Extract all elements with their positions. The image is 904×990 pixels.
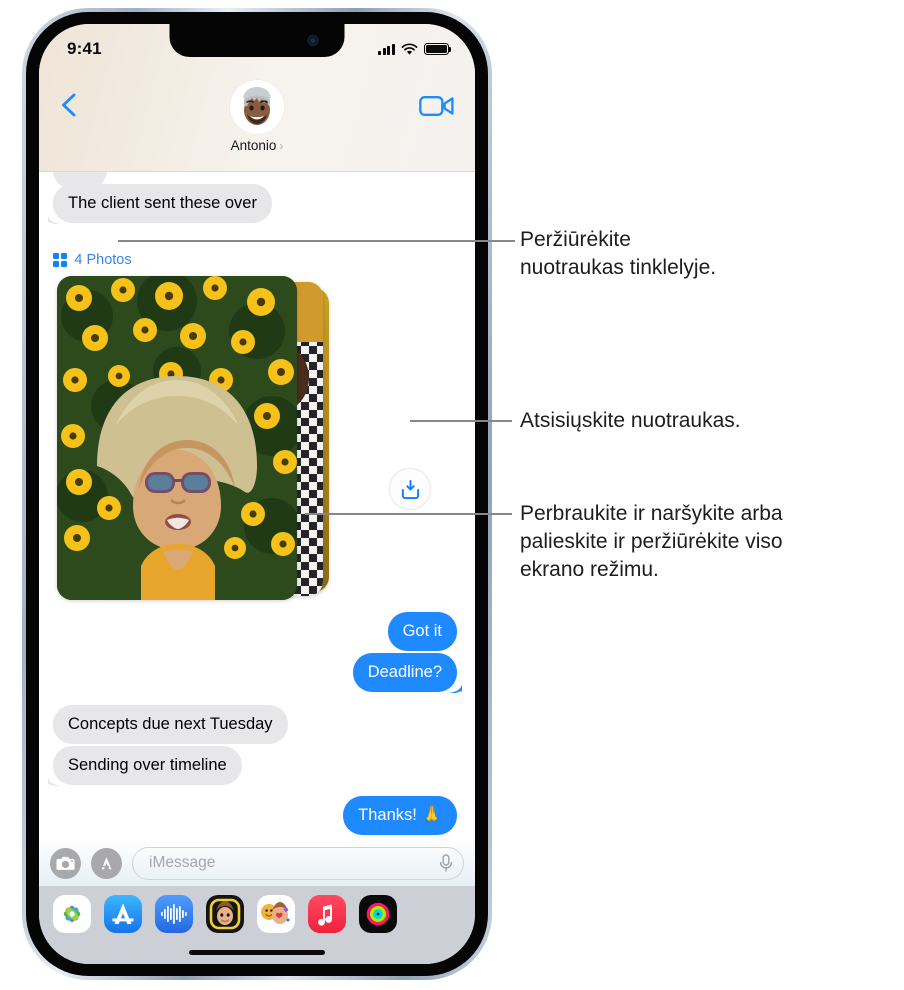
message-text: The client sent these over — [68, 194, 257, 212]
list-item[interactable]: The client sent these over — [48, 184, 272, 224]
download-tray-icon — [401, 479, 419, 499]
callout-browse-line-2: palieskite ir peržiūrėkite viso — [520, 529, 783, 553]
leader-line-grid — [118, 240, 515, 242]
message-input-toolbar: iMessage — [39, 840, 475, 886]
list-item[interactable]: Sending over timeline — [48, 746, 242, 786]
message-text: Thanks! 🙏 — [358, 806, 442, 824]
music-app-icon[interactable] — [308, 895, 346, 933]
photo-thumbnail-1[interactable] — [57, 276, 297, 600]
imessage-input[interactable]: iMessage — [132, 846, 464, 880]
front-camera-icon — [307, 35, 319, 46]
memoji-stickers-app-icon[interactable] — [257, 895, 295, 933]
photos-app-icon[interactable] — [53, 895, 91, 933]
photos-count-text: 4 Photos — [74, 252, 132, 268]
leader-line-browse — [305, 513, 512, 515]
home-indicator[interactable] — [189, 950, 325, 955]
notch — [169, 24, 345, 57]
fitness-app-icon[interactable] — [359, 895, 397, 933]
callout-download-line-1: Atsisiųskite nuotraukas. — [520, 409, 741, 432]
download-photos-button[interactable] — [389, 468, 431, 510]
callout-browse-line-1: Perbraukite ir naršykite arba — [520, 502, 783, 525]
message-text: Concepts due next Tuesday — [68, 715, 273, 733]
message-text: Sending over timeline — [68, 756, 227, 774]
leader-line-download — [410, 420, 512, 422]
memoji-app-icon[interactable] — [206, 895, 244, 933]
wifi-icon — [401, 42, 418, 55]
nav-bar: Antonio › — [39, 66, 475, 172]
chevron-right-icon: › — [279, 138, 284, 153]
contact-name-row[interactable]: Antonio › — [231, 138, 284, 153]
app-store-messages-icon — [100, 856, 112, 869]
callout-grid-line-2: nuotraukas tinklelyje. — [520, 255, 717, 279]
photo-1-image — [57, 276, 297, 600]
bubble-tail-icon — [446, 682, 462, 693]
message-text: Deadline? — [367, 663, 442, 681]
facetime-video-icon[interactable] — [419, 94, 455, 118]
message-text — [71, 172, 89, 178]
message-list[interactable]: The client sent these over 4 Photos Got … — [39, 172, 475, 840]
status-time: 9:41 — [67, 39, 102, 58]
callout-browse-line-3: ekrano režimu. — [520, 557, 659, 581]
callout-browse: Perbraukite ir naršykite arba palieskite… — [520, 500, 900, 584]
callout-grid-line-1: Peržiūrėkite — [520, 228, 631, 251]
contact-name: Antonio — [230, 138, 277, 153]
device-bezel: 9:41 Antonio › The client sent these ove… — [26, 12, 488, 976]
screenshot-stage: 9:41 Antonio › The client sent these ove… — [0, 0, 904, 990]
photo-stack[interactable] — [57, 276, 329, 604]
back-chevron-icon[interactable] — [57, 92, 83, 118]
imessage-placeholder: iMessage — [149, 854, 216, 871]
camera-button[interactable] — [50, 847, 81, 879]
avatar[interactable] — [230, 80, 284, 134]
audio-message-app-icon[interactable] — [155, 895, 193, 933]
callout-download: Atsisiųskite nuotraukas. — [520, 407, 900, 435]
list-item[interactable]: Concepts due next Tuesday — [53, 705, 288, 744]
contact-header[interactable]: Antonio › — [230, 80, 284, 153]
list-item[interactable]: Deadline? — [352, 653, 462, 693]
microphone-icon[interactable] — [438, 853, 454, 873]
battery-icon — [424, 43, 452, 55]
photos-count-label[interactable]: 4 Photos — [53, 252, 132, 268]
camera-icon — [56, 856, 75, 870]
iphone-device-frame: 9:41 Antonio › The client sent these ove… — [22, 8, 492, 980]
app-store-app-icon[interactable] — [104, 895, 142, 933]
callout-grid: Peržiūrėkite nuotraukas tinklelyje. — [520, 226, 890, 282]
phone-screen: 9:41 Antonio › The client sent these ove… — [39, 24, 475, 964]
status-indicators — [378, 42, 452, 56]
list-item[interactable]: Got it — [387, 612, 457, 651]
message-text: Got it — [402, 622, 442, 640]
list-item[interactable]: Thanks! 🙏 — [343, 796, 457, 835]
apps-button[interactable] — [91, 847, 122, 879]
bubble-tail-icon — [48, 775, 64, 786]
grid-icon — [53, 252, 68, 268]
cellular-bars-icon — [378, 43, 395, 55]
bubble-tail-icon — [48, 213, 64, 224]
memoji-avatar-icon — [230, 80, 284, 134]
